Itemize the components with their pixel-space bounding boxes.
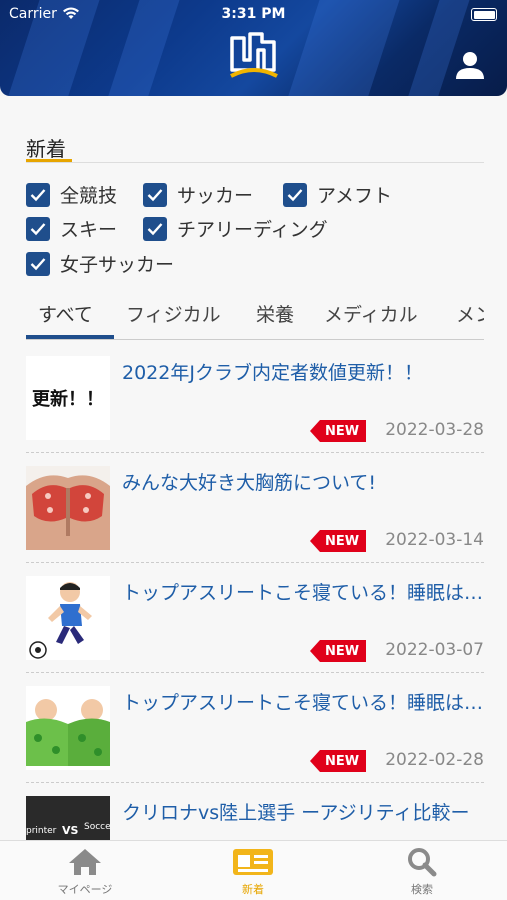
tab-mental[interactable]: メンタル (456, 300, 484, 327)
bottom-tab-bar: マイページ 新着 検索 (0, 840, 507, 900)
thumbnail-text: VS (62, 824, 79, 837)
article-date: 2022-02-28 (385, 750, 484, 770)
page-title: 新着 (26, 137, 66, 161)
tab-medical[interactable]: メディカル (324, 300, 418, 327)
article-date: 2022-03-28 (385, 420, 484, 440)
status-bar: Carrier 3:31 PM (0, 4, 507, 26)
thumbnail-text: printer (26, 826, 57, 836)
divider (26, 562, 484, 563)
divider (26, 162, 484, 163)
filter-label: サッカー (177, 185, 254, 207)
sleeping-athletes-illustration (26, 686, 110, 770)
new-badge: NEW (310, 640, 366, 662)
checkbox-checked-icon[interactable] (143, 182, 167, 207)
article-thumbnail: printer VS Socce (26, 796, 110, 840)
filter-soccer[interactable]: サッカー (143, 181, 253, 208)
tab-physical[interactable]: フィジカル (126, 300, 221, 327)
tab-news[interactable]: 新着 (193, 847, 313, 897)
checkbox-checked-icon[interactable] (26, 251, 50, 276)
checkbox-checked-icon[interactable] (143, 216, 167, 241)
article-thumbnail (26, 686, 110, 770)
article-title[interactable]: クリロナvs陸上選手 ーアジリティ比較ー (122, 798, 484, 825)
divider (26, 782, 484, 783)
new-badge: NEW (310, 750, 366, 772)
chest-muscle-illustration (26, 466, 110, 550)
filter-label: チアリーディング (177, 219, 328, 241)
divider (26, 672, 484, 673)
filter-label: 全競技 (60, 185, 118, 207)
list-item[interactable]: トップアスリートこそ寝ている！睡眠は最高のトレーニング NEW 2022-03-… (26, 576, 484, 684)
tab-search[interactable]: 検索 (362, 847, 482, 897)
category-tabs[interactable]: すべて フィジカル 栄養 メディカル メンタル (26, 290, 484, 340)
list-item[interactable]: トップアスリートこそ寝ている！睡眠は最高のトレーニング NEW 2022-02-… (26, 686, 484, 794)
logo-mark-icon[interactable] (228, 30, 280, 78)
filter-label: アメフト (317, 185, 393, 207)
tab-label: 検索 (411, 883, 433, 896)
article-thumbnail (26, 466, 110, 550)
filter-cheerleading[interactable]: チアリーディング (143, 215, 328, 242)
checkbox-checked-icon[interactable] (26, 216, 50, 241)
article-title[interactable]: 2022年Jクラブ内定者数値更新！！ (122, 358, 484, 385)
tab-all[interactable]: すべて (38, 300, 93, 327)
list-item[interactable]: みんな大好き大胸筋について! NEW 2022-03-14 (26, 466, 484, 574)
article-date: 2022-03-14 (385, 530, 484, 550)
soccer-player-illustration (26, 576, 110, 660)
news-icon (233, 849, 273, 875)
news-content[interactable]: 新着 全競技 サッカー アメフト スキー チアリーディング 女子サッカー すべて… (0, 96, 507, 840)
article-title[interactable]: トップアスリートこそ寝ている！睡眠は最高のトレーニング (122, 578, 484, 605)
divider (26, 452, 484, 453)
list-item[interactable]: 更新！！ 2022年Jクラブ内定者数値更新！！ NEW 2022-03-28 (26, 356, 484, 464)
home-icon (69, 849, 101, 875)
divider (26, 339, 484, 340)
tab-label: マイページ (57, 883, 113, 896)
checkbox-checked-icon[interactable] (283, 182, 307, 207)
filter-all-sports[interactable]: 全競技 (26, 181, 117, 208)
app-header: Carrier 3:31 PM (0, 0, 507, 96)
filter-womens-soccer[interactable]: 女子サッカー (26, 250, 174, 277)
new-badge: NEW (310, 530, 366, 552)
battery-icon (471, 8, 497, 21)
filter-label: 女子サッカー (60, 254, 175, 276)
thumbnail-text: Socce (84, 822, 110, 832)
filter-american-football[interactable]: アメフト (283, 181, 392, 208)
new-badge: NEW (310, 420, 366, 442)
article-thumbnail: 更新！！ (26, 356, 110, 440)
list-item[interactable]: printer VS Socce クリロナvs陸上選手 ーアジリティ比較ー (26, 796, 484, 840)
filter-ski[interactable]: スキー (26, 215, 117, 242)
tab-label: 新着 (242, 883, 264, 896)
search-icon (408, 848, 437, 877)
user-icon[interactable] (455, 50, 485, 80)
article-title[interactable]: みんな大好き大胸筋について! (122, 468, 484, 495)
filter-label: スキー (60, 219, 118, 241)
article-title[interactable]: トップアスリートこそ寝ている！睡眠は最高のトレーニング (122, 688, 484, 715)
thumbnail-text: 更新！！ (32, 389, 104, 410)
clock-time: 3:31 PM (221, 6, 286, 22)
tab-mypage[interactable]: マイページ (25, 847, 145, 897)
article-thumbnail (26, 576, 110, 660)
article-date: 2022-03-07 (385, 640, 484, 660)
tab-nutrition[interactable]: 栄養 (256, 300, 294, 327)
checkbox-checked-icon[interactable] (26, 182, 50, 207)
